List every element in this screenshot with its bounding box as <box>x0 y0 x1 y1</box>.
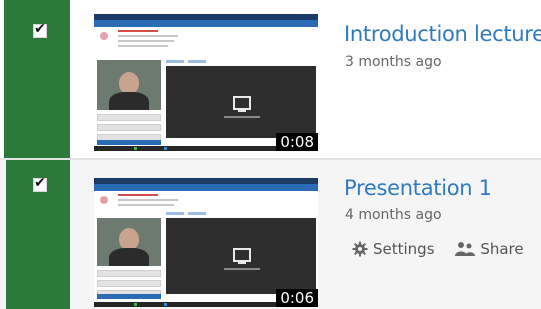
thumbnail-start-button <box>97 140 161 145</box>
gear-icon <box>352 241 368 257</box>
thumbnail-text-lines <box>118 30 178 50</box>
recording-age: 3 months ago <box>345 54 442 70</box>
select-checkbox[interactable]: ✔ <box>33 21 47 38</box>
thumbnail-tabs <box>166 60 226 64</box>
thumbnail-webcam-feed <box>97 60 161 110</box>
thumbnail-start-button <box>97 294 161 299</box>
video-thumbnail[interactable]: 0:06 <box>94 178 318 307</box>
thumbnail-navbar <box>94 184 318 191</box>
selection-column: ✔ <box>4 0 70 158</box>
thumbnail-screen-preview <box>166 218 316 294</box>
users-icon <box>455 242 476 256</box>
check-mark-icon: ✔ <box>34 175 46 191</box>
video-thumbnail[interactable]: 0:08 <box>94 14 318 151</box>
video-duration: 0:06 <box>276 289 318 307</box>
recording-row-presentation-1[interactable]: ✔ 0:06 Presentation 1 4 months ago Setti… <box>0 160 541 309</box>
monitor-icon <box>233 248 251 264</box>
share-label: Share <box>480 240 524 258</box>
thumbnail-navbar <box>94 20 318 27</box>
thumbnail-screen-preview <box>166 66 316 138</box>
select-checkbox[interactable]: ✔ <box>33 175 47 192</box>
recording-row-introduction-lecture[interactable]: ✔ 0:08 Introduction lecture 3 months ago <box>0 0 541 158</box>
recording-title[interactable]: Presentation 1 <box>344 176 492 200</box>
settings-label: Settings <box>373 240 435 258</box>
thumbnail-logo-icon <box>100 32 108 40</box>
recording-title[interactable]: Introduction lecture <box>344 22 541 46</box>
recording-actions: Settings Share <box>352 240 541 262</box>
monitor-icon <box>233 96 251 112</box>
video-duration: 0:08 <box>276 133 318 151</box>
share-button[interactable]: Share <box>455 240 524 258</box>
thumbnail-logo-icon <box>100 196 108 204</box>
check-mark-icon: ✔ <box>34 21 46 37</box>
recording-age: 4 months ago <box>345 207 442 223</box>
thumbnail-tabs <box>166 212 226 216</box>
thumbnail-text-lines <box>118 194 178 209</box>
selection-column: ✔ <box>6 160 70 309</box>
thumbnail-webcam-feed <box>97 218 161 266</box>
settings-button[interactable]: Settings <box>352 240 435 258</box>
